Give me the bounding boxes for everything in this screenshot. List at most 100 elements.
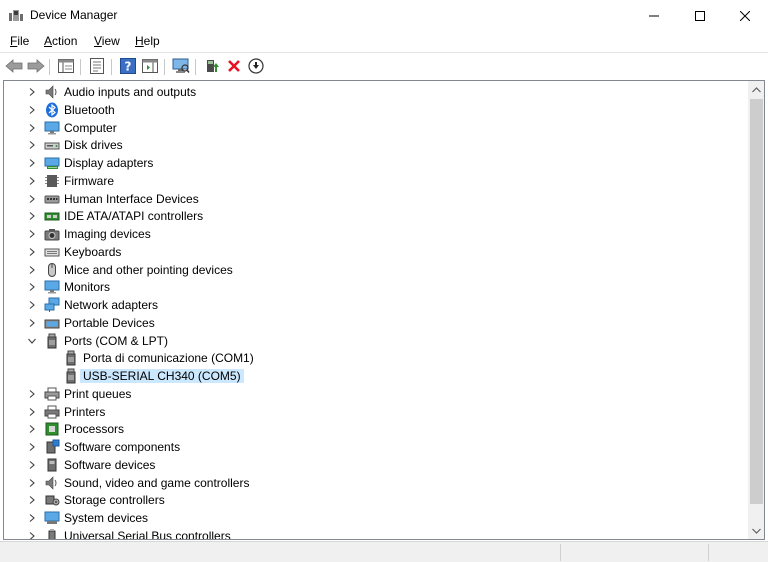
device-tree[interactable]: Audio inputs and outputs Bluetooth Compute… — [3, 80, 765, 540]
expand-toggle[interactable] — [27, 228, 37, 238]
properties-button[interactable] — [87, 57, 107, 75]
expand-toggle[interactable] — [27, 210, 37, 221]
toolbar-separator — [49, 59, 50, 75]
tree-category-row[interactable]: Keyboards — [4, 243, 748, 261]
system-device-icon — [44, 510, 60, 526]
action-pane-button[interactable] — [140, 57, 160, 75]
forward-button[interactable] — [26, 57, 46, 75]
help-button[interactable]: ? — [118, 57, 138, 75]
expand-toggle[interactable] — [27, 388, 37, 398]
tree-category-row[interactable]: Network adapters — [4, 296, 748, 314]
tree-category-row[interactable]: Print queues — [4, 385, 748, 403]
toolbar-separator — [164, 59, 165, 75]
tree-item-label: Monitors — [64, 280, 111, 295]
toolbar-separator — [195, 59, 196, 75]
tree-item-label: Printers — [64, 404, 106, 419]
expand-toggle[interactable] — [27, 86, 37, 96]
tree-item-label: Software devices — [64, 457, 156, 472]
tree-item-label: Network adapters — [64, 298, 159, 312]
minimize-button[interactable] — [631, 0, 677, 31]
menu-help-mnemonic: H — [135, 34, 144, 48]
back-button[interactable] — [4, 57, 24, 75]
tree-device-row[interactable]: Porta di comunicazione (COM1) — [4, 349, 748, 367]
chevron-right-icon — [29, 176, 35, 185]
tree-category-row[interactable]: Computer — [4, 119, 748, 137]
tree-category-row[interactable]: Display adapters — [4, 154, 748, 172]
expand-toggle[interactable] — [27, 459, 37, 469]
title-bar: Device Manager — [0, 0, 768, 31]
chevron-right-icon — [29, 88, 35, 96]
expand-toggle[interactable] — [27, 512, 37, 522]
expand-toggle[interactable] — [27, 317, 37, 327]
chevron-right-icon — [29, 389, 35, 398]
expand-toggle[interactable] — [27, 281, 37, 292]
uninstall-device-button[interactable] — [224, 57, 244, 75]
svg-text:?: ? — [125, 60, 132, 74]
tree-category-row[interactable]: Disk drives — [4, 136, 748, 154]
expand-toggle[interactable] — [27, 139, 37, 150]
menu-file[interactable]: File — [10, 34, 29, 48]
expand-toggle[interactable] — [27, 193, 37, 203]
tree-category-row[interactable]: IDE ATA/ATAPI controllers — [4, 207, 748, 225]
expand-toggle[interactable] — [27, 406, 37, 416]
tree-category-row[interactable]: Printers — [4, 403, 748, 421]
show-hide-console-tree-button[interactable] — [56, 57, 76, 75]
menu-action[interactable]: Action — [44, 34, 77, 48]
vertical-scrollbar[interactable] — [748, 81, 764, 539]
expand-toggle[interactable] — [27, 299, 37, 309]
scroll-down-button[interactable] — [748, 522, 764, 539]
tree-category-row[interactable]: Portable Devices — [4, 314, 748, 332]
collapse-toggle[interactable] — [27, 335, 37, 345]
tree-category-row[interactable]: Storage controllers — [4, 491, 748, 509]
expand-toggle[interactable] — [27, 477, 37, 487]
expand-toggle[interactable] — [27, 157, 37, 167]
tree-category-row[interactable]: Firmware — [4, 172, 748, 190]
close-button[interactable] — [722, 0, 768, 31]
tree-category-row[interactable]: Imaging devices — [4, 225, 748, 243]
chevron-right-icon — [29, 460, 35, 469]
update-driver-button[interactable] — [202, 57, 222, 75]
chevron-right-icon — [29, 443, 35, 451]
tree-category-row[interactable]: Software devices — [4, 456, 748, 474]
expand-toggle[interactable] — [27, 423, 37, 434]
keyboard-icon — [44, 244, 60, 260]
chevron-right-icon — [29, 514, 35, 522]
port-icon — [63, 368, 79, 384]
tree-category-row[interactable]: Sound, video and game controllers — [4, 474, 748, 492]
maximize-button[interactable] — [677, 0, 723, 31]
tree-item-label: Human Interface Devices — [64, 191, 199, 206]
tree-category-row[interactable]: System devices — [4, 509, 748, 527]
expand-toggle[interactable] — [27, 122, 37, 132]
maximize-icon — [695, 10, 705, 21]
expand-toggle[interactable] — [27, 441, 37, 451]
expand-toggle[interactable] — [27, 104, 37, 114]
scan-hardware-button[interactable] — [171, 57, 191, 75]
scroll-up-button[interactable] — [748, 81, 764, 98]
scrollbar-thumb[interactable] — [750, 99, 763, 504]
chevron-right-icon — [29, 230, 35, 238]
tree-category-row[interactable]: Ports (COM & LPT) — [4, 332, 748, 350]
expand-toggle[interactable] — [27, 264, 37, 274]
tree-category-row[interactable]: Processors — [4, 420, 748, 438]
tree-category-row[interactable]: Mice and other pointing devices — [4, 261, 748, 279]
tree-category-row[interactable]: Universal Serial Bus controllers — [4, 527, 748, 539]
chevron-right-icon — [29, 407, 35, 416]
menu-help[interactable]: Help — [135, 34, 160, 48]
tree-category-row[interactable]: Bluetooth — [4, 101, 748, 119]
disable-device-button[interactable] — [246, 57, 266, 75]
expand-toggle[interactable] — [27, 246, 37, 256]
menu-bar: File Action View Help — [0, 31, 768, 52]
menu-view[interactable]: View — [94, 34, 120, 48]
tree-category-row[interactable]: Software components — [4, 438, 748, 456]
port-icon — [63, 350, 79, 366]
expand-toggle[interactable] — [27, 530, 37, 539]
expand-toggle[interactable] — [27, 494, 37, 505]
tree-device-row[interactable]: USB-SERIAL CH340 (COM5) — [4, 367, 748, 385]
port-icon — [44, 333, 60, 349]
expand-toggle[interactable] — [27, 175, 37, 185]
menu-view-mnemonic: V — [94, 34, 102, 48]
tree-category-row[interactable]: Audio inputs and outputs — [4, 83, 748, 101]
tree-category-row[interactable]: Human Interface Devices — [4, 190, 748, 208]
tree-category-row[interactable]: Monitors — [4, 278, 748, 296]
network-adapter-icon — [44, 297, 60, 313]
